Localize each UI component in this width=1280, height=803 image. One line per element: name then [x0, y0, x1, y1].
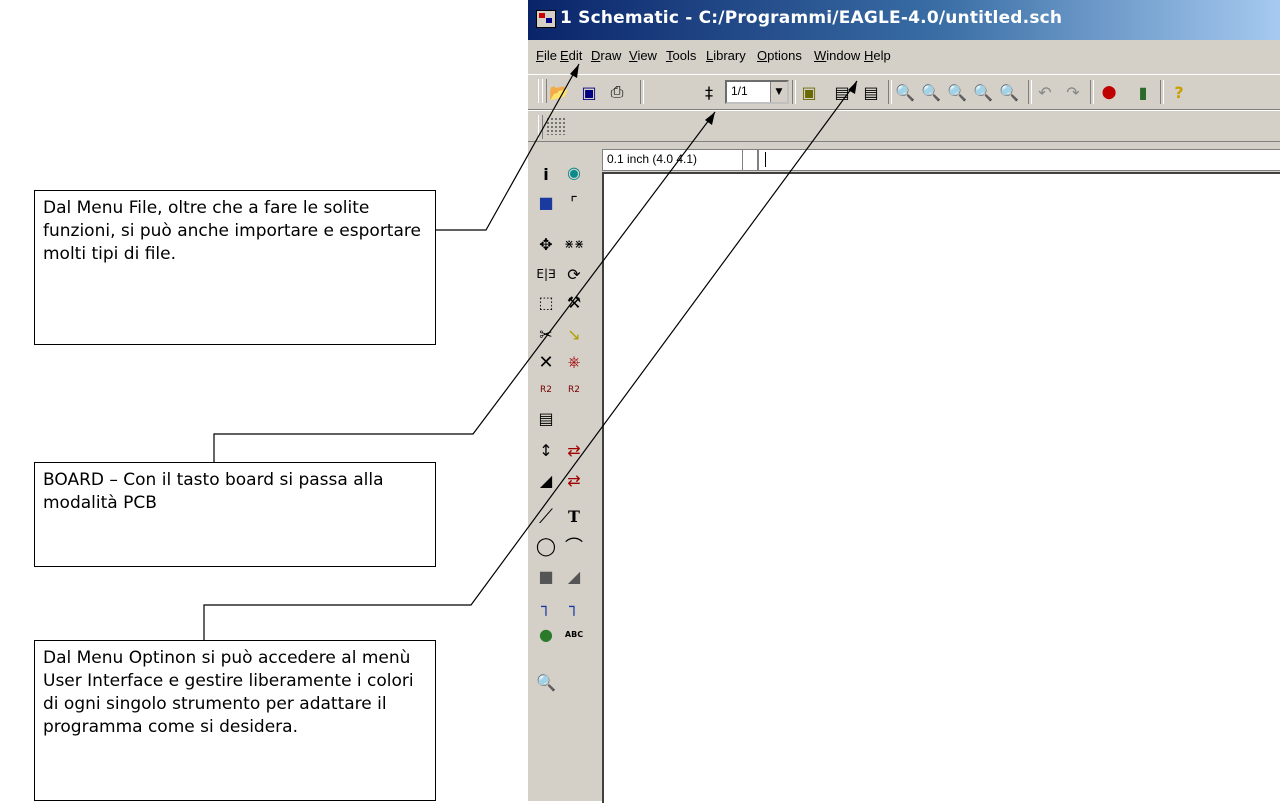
arrowhead — [570, 64, 579, 78]
annotation-options-menu: Dal Menu Optinon si può accedere al menù… — [34, 640, 436, 801]
leader-file-menu — [436, 63, 580, 231]
annotation-text: Dal Menu File, oltre che a fare le solit… — [43, 198, 421, 264]
annotation-text: BOARD – Con il tasto board si passa alla… — [43, 470, 384, 513]
annotation-file-menu: Dal Menu File, oltre che a fare le solit… — [34, 190, 436, 345]
annotation-board: BOARD – Con il tasto board si passa alla… — [34, 462, 436, 567]
annotation-text: Dal Menu Optinon si può accedere al menù… — [43, 648, 414, 737]
